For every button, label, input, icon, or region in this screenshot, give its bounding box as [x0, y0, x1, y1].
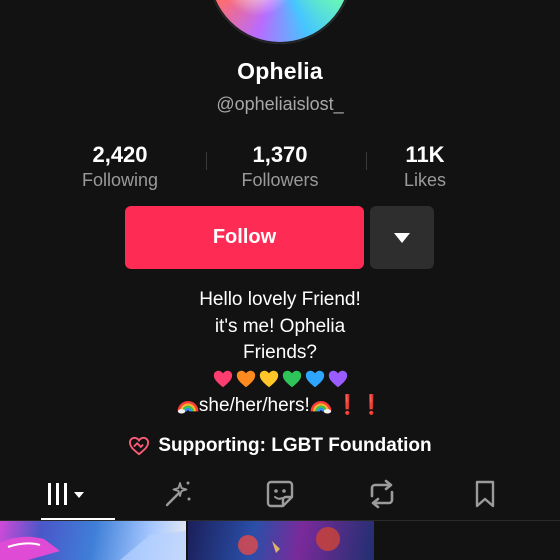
stat-following[interactable]: 2,420 Following — [40, 142, 200, 192]
tab-stickers[interactable] — [224, 470, 336, 518]
tab-saved[interactable] — [429, 470, 541, 518]
heart-icon — [305, 371, 324, 388]
tab-videos[interactable] — [11, 470, 123, 520]
profile-stats: 2,420 Following 1,370 Followers 11K Like… — [40, 142, 520, 192]
heart-icon — [236, 371, 255, 388]
sparkle-icon — [165, 481, 191, 507]
exclamation-marks: ❗❗ — [335, 395, 384, 416]
tab-favorites[interactable] — [122, 470, 234, 518]
video-thumbnail[interactable] — [0, 521, 186, 560]
profile-tabs — [0, 470, 560, 521]
stat-followers-count: 1,370 — [252, 142, 308, 167]
stat-likes-label: Likes — [403, 170, 447, 190]
profile-handle: @opheliaislost_ — [216, 94, 344, 114]
stat-following-count: 2,420 — [92, 142, 148, 167]
video-thumbnail-art — [238, 527, 340, 555]
bio-line: Friends? — [243, 342, 317, 363]
stat-following-label: Following — [81, 170, 159, 190]
rainbow-icon — [177, 400, 199, 414]
video-thumbnail[interactable] — [188, 521, 374, 560]
bio-pronouns: she/her/hers! — [198, 395, 310, 416]
profile-avatar[interactable] — [208, 0, 352, 44]
supporting-label: Supporting: LGBT Foundation — [158, 435, 432, 456]
active-tab-indicator — [41, 518, 115, 520]
heart-icon — [282, 371, 301, 388]
empty-thumbnail-slot — [376, 521, 560, 560]
repost-icon — [370, 479, 394, 509]
video-grid — [0, 521, 560, 560]
tab-reposts[interactable] — [326, 470, 438, 518]
heart-icon — [259, 371, 278, 388]
heart-icon — [328, 371, 347, 388]
stat-followers[interactable]: 1,370 Followers — [200, 142, 360, 192]
bio-line: Hello lovely Friend! — [199, 289, 361, 310]
bio-hearts-line — [0, 367, 560, 394]
heart-handshake-icon — [129, 436, 150, 456]
bio-line: it's me! Ophelia — [214, 315, 346, 337]
video-thumbnail-art — [0, 531, 186, 560]
bookmark-icon — [475, 480, 495, 508]
bio-pronouns-line: she/her/hers! ❗❗ — [0, 393, 560, 420]
videos-grid-icon — [48, 483, 84, 505]
profile-bio: Hello lovely Friend! it's me! Ophelia Fr… — [0, 287, 560, 420]
sticker-icon — [266, 480, 294, 508]
rainbow-icon — [310, 400, 332, 414]
supporting-link[interactable]: Supporting: LGBT Foundation — [0, 435, 560, 457]
stat-followers-label: Followers — [241, 170, 319, 190]
rainbow-hearts-emoji — [212, 368, 349, 390]
more-options-button[interactable] — [370, 206, 434, 269]
follow-button[interactable]: Follow — [125, 206, 364, 269]
caret-down-icon — [394, 232, 410, 243]
stat-likes-count: 11K — [405, 142, 445, 167]
heart-icon — [213, 371, 232, 388]
stat-likes[interactable]: 11K Likes — [345, 142, 505, 192]
profile-name: Ophelia — [237, 58, 323, 84]
